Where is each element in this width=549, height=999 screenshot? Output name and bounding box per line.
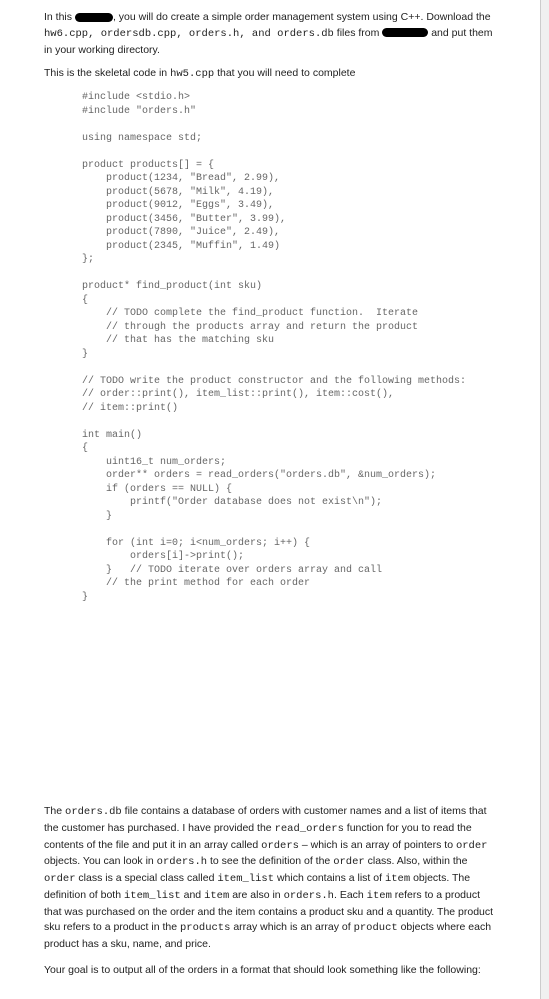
redaction [382, 28, 428, 37]
code-ref: item [367, 890, 392, 902]
text: class. Also, within the [365, 855, 468, 867]
redaction [75, 13, 113, 22]
bottom-paragraph-2: Your goal is to output all of the orders… [44, 963, 496, 979]
skeletal-file: hw5.cpp [170, 68, 214, 80]
text: to see the definition of the [207, 855, 333, 867]
code-ref: orders [261, 840, 299, 852]
text: – which is an array of pointers to [299, 839, 456, 851]
text: and [181, 889, 204, 901]
code-ref: item_list [217, 873, 274, 885]
code-ref: product [354, 922, 398, 934]
code-ref: orders.h [157, 856, 207, 868]
code-ref: orders.h [284, 890, 334, 902]
text: , you will do create a simple order mana… [113, 11, 491, 23]
text: . Each [334, 889, 367, 901]
bottom-paragraph-1: The orders.db file contains a database o… [44, 804, 496, 953]
spacer [44, 614, 496, 804]
text: files from [334, 27, 382, 39]
code-ref: order [44, 873, 76, 885]
code-ref: orders.db [65, 806, 122, 818]
code-ref: order [456, 840, 488, 852]
files-list: hw6.cpp, ordersdb.cpp, orders.h, and ord… [44, 28, 334, 40]
text: class is a special class called [76, 872, 218, 884]
document-page: In this , you will do create a simple or… [0, 0, 541, 999]
text: In this [44, 11, 75, 23]
code-ref: item_list [124, 890, 181, 902]
code-ref: item [385, 873, 410, 885]
intro-paragraph-1: In this , you will do create a simple or… [44, 10, 496, 58]
text: objects. You can look in [44, 855, 157, 867]
text: which contains a list of [274, 872, 385, 884]
code-ref: read_orders [275, 823, 344, 835]
code-ref: item [204, 890, 229, 902]
code-ref: products [180, 922, 230, 934]
text: that you will need to complete [214, 67, 355, 79]
text: array which is an array of [230, 921, 353, 933]
code-ref: order [333, 856, 365, 868]
intro-paragraph-2: This is the skeletal code in hw5.cpp tha… [44, 66, 496, 83]
text: The [44, 805, 65, 817]
code-block: #include <stdio.h> #include "orders.h" u… [82, 91, 496, 604]
text: This is the skeletal code in [44, 67, 170, 79]
text: are also in [229, 889, 283, 901]
